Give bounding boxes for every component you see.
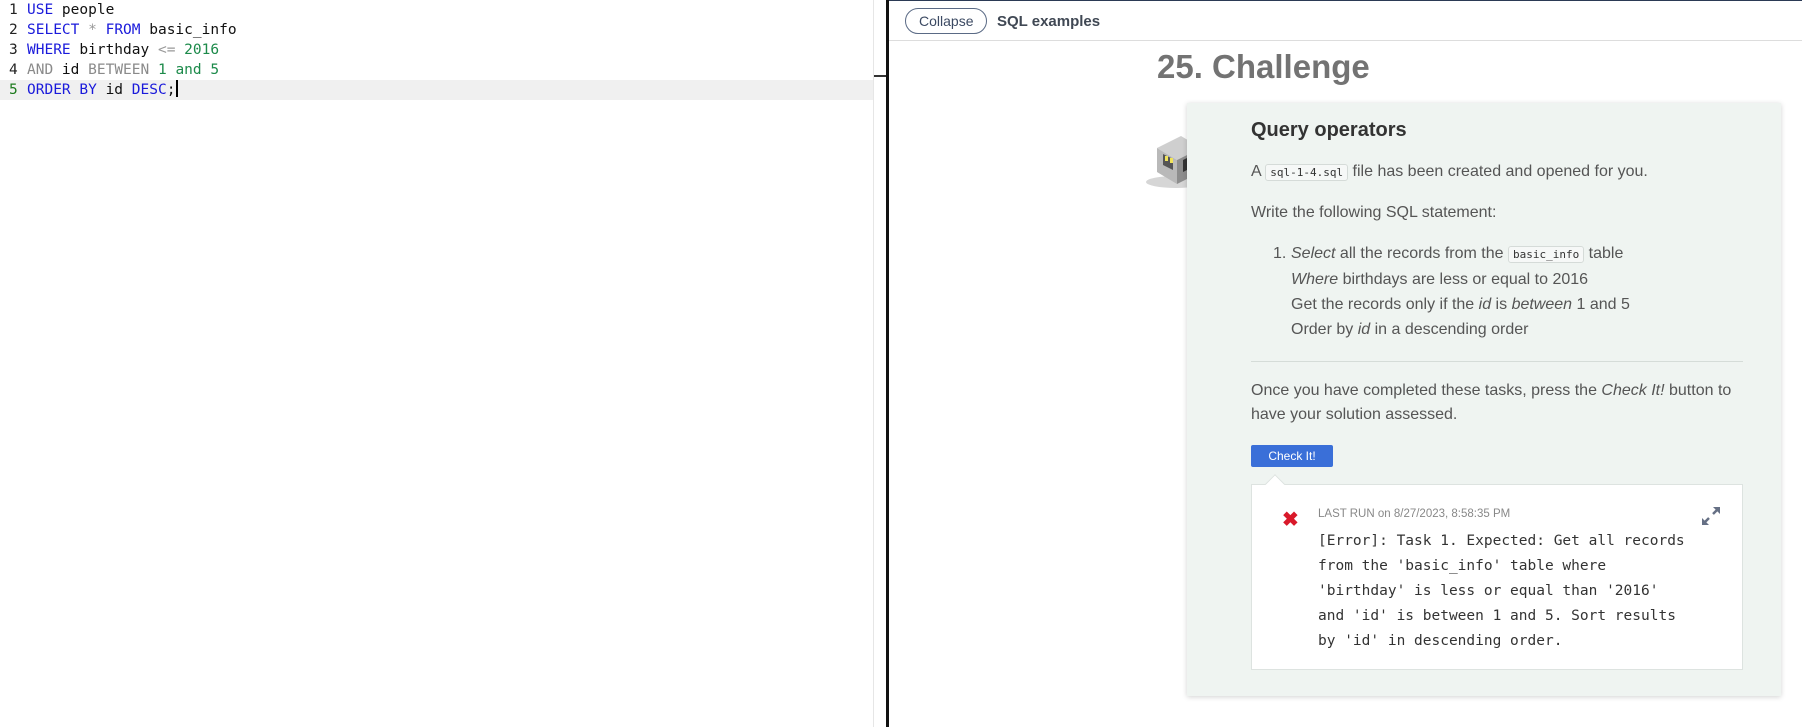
code-editor[interactable]: 1 USE people 2 SELECT * FROM basic_info 3 WHE… [0, 0, 874, 727]
file-name-code: sql-1-4.sql [1265, 164, 1349, 181]
code-line[interactable]: 2 SELECT * FROM basic_info [0, 20, 873, 40]
code-token: FROM [105, 22, 141, 38]
line-number: 1 [9, 2, 18, 18]
result-pointer [1265, 474, 1285, 494]
line-number: 3 [9, 42, 18, 58]
code-token: USE [27, 2, 54, 18]
code-token: 2016 [175, 42, 220, 58]
last-run-timestamp: Last run on 8/27/2023, 8:58:35 PM [1318, 508, 1511, 520]
expand-icon[interactable] [1700, 505, 1722, 527]
challenge-card: Query operators A sql-1-4.sql file has b… [1187, 103, 1781, 696]
code-line[interactable]: 4 AND id BETWEEN 1 and 5 [0, 60, 873, 80]
check-it-button[interactable]: Check It! [1251, 445, 1333, 467]
line-number: 5 [9, 82, 18, 98]
code-token: id [53, 62, 89, 78]
code-token: <= [157, 42, 176, 58]
code-token: 5 [201, 62, 220, 78]
completion-text: Once you have completed these tasks, pre… [1251, 382, 1732, 423]
code-text[interactable]: AND id BETWEEN 1 and 5 [27, 60, 219, 80]
instructions-panel: Collapse SQL examples 25. Challenge Quer… [889, 0, 1802, 727]
code-text[interactable]: USE people [27, 0, 114, 20]
last-run-result: ✖ Last run on 8/27/2023, 8:58:35 PM [Err… [1251, 474, 1743, 670]
task-line-order: Order by id in a descending order [1291, 321, 1529, 338]
page-title: 25. Challenge [1157, 48, 1370, 85]
code-line[interactable]: 3 WHERE birthday <= 2016 [0, 40, 873, 60]
code-text[interactable]: WHERE birthday <= 2016 [27, 40, 219, 60]
code-token: BETWEEN [88, 62, 150, 78]
intro-text: A sql-1-4.sql file has been created and … [1251, 160, 1648, 185]
editor-scrollbar[interactable] [873, 0, 886, 727]
intro-suffix: file has been created and opened for you… [1348, 163, 1648, 180]
panel-topbar: Collapse SQL examples [889, 0, 1802, 41]
code-token: ORDER BY [27, 82, 97, 98]
error-message: [Error]: Task 1. Expected: Get all recor… [1318, 533, 1694, 649]
code-token: DESC [131, 82, 167, 98]
task-line-between: Get the records only if the id is betwee… [1291, 296, 1630, 313]
code-token: basic_info [140, 22, 237, 38]
code-token: WHERE [27, 42, 71, 58]
code-line[interactable]: 5 ORDER BY id DESC; [0, 80, 873, 100]
section-title: SQL examples [997, 13, 1101, 30]
code-token: birthday [70, 42, 158, 58]
code-line[interactable]: 1 USE people [0, 0, 873, 20]
code-token: 1 [149, 62, 176, 78]
line-number: 2 [9, 22, 18, 38]
code-token: AND [27, 62, 54, 78]
table-name-code: basic_info [1507, 246, 1585, 263]
task-line-where: Where birthdays are less or equal to 201… [1291, 271, 1589, 288]
code-token: * [79, 22, 106, 38]
code-text[interactable]: ORDER BY id DESC; [27, 80, 179, 100]
code-token: SELECT [27, 22, 80, 38]
editor-scroll-marker [874, 75, 886, 77]
instruction-text: Write the following SQL statement: [1251, 204, 1497, 221]
code-token: people [53, 2, 115, 18]
text-cursor [176, 80, 179, 97]
task-number: 1. [1273, 245, 1287, 262]
divider [1251, 361, 1743, 362]
line-number: 4 [9, 62, 18, 78]
code-token: ; [166, 82, 176, 98]
task-line-select: Select all the records from the basic_in… [1291, 245, 1624, 263]
code-text[interactable]: SELECT * FROM basic_info [27, 20, 237, 40]
challenge-heading: Query operators [1251, 119, 1407, 141]
code-lines[interactable]: 1 USE people 2 SELECT * FROM basic_info 3 WHE… [0, 0, 873, 100]
intro-prefix: A [1251, 163, 1266, 180]
code-token: and [175, 62, 202, 78]
error-x-icon: ✖ [1282, 509, 1299, 531]
code-token: id [96, 82, 132, 98]
task-list: 1. Select all the records from the basic… [1273, 241, 1630, 342]
collapse-button[interactable]: Collapse [905, 8, 988, 34]
